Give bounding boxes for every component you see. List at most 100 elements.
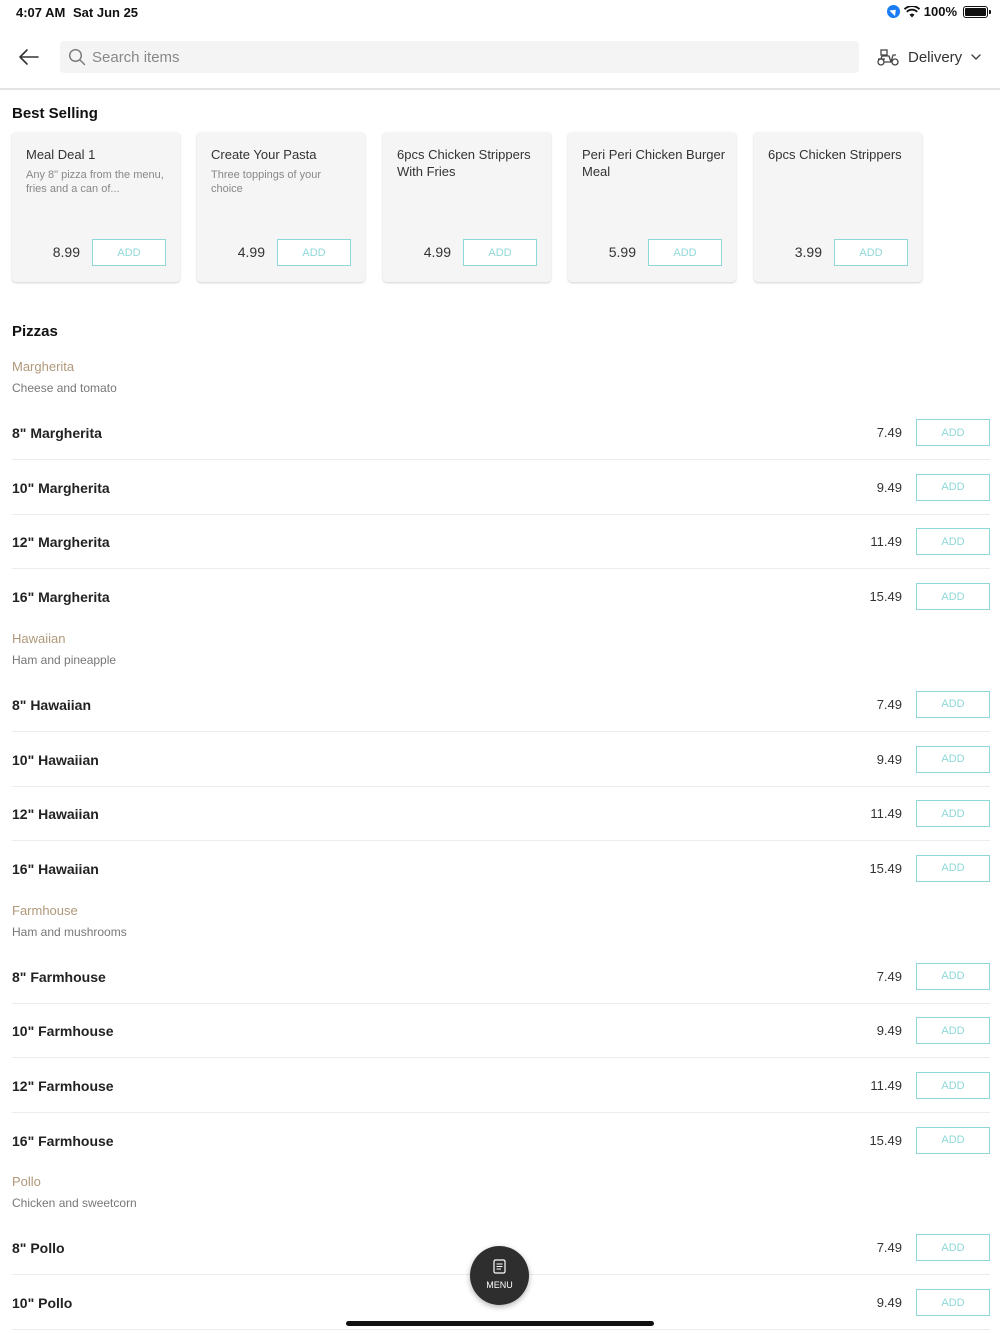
- menu-list-icon: [493, 1259, 506, 1274]
- pizza-item-row[interactable]: 10" Hawaiian 9.49 ADD: [12, 733, 990, 787]
- add-button[interactable]: ADD: [92, 239, 166, 266]
- battery-icon: [963, 5, 991, 18]
- card-item-name: 6pcs Chicken Strippers With Fries: [397, 147, 531, 179]
- pizza-item-row[interactable]: 12" Hawaiian 11.49 ADD: [12, 787, 990, 842]
- add-button[interactable]: ADD: [916, 1126, 990, 1154]
- card-item-name: Create Your Pasta: [211, 147, 317, 162]
- pizza-item-name: 10" Margherita: [12, 479, 110, 496]
- best-selling-title: Best Selling: [12, 105, 98, 122]
- pizza-item-row[interactable]: 10" Margherita 9.49 ADD: [12, 461, 990, 515]
- add-button[interactable]: ADD: [916, 583, 990, 611]
- pizza-item-row[interactable]: 12" Margherita 11.49 ADD: [12, 515, 990, 570]
- pizza-item-row[interactable]: 8" Hawaiian 7.49 ADD: [12, 678, 990, 732]
- pizza-item-name: 12" Farmhouse: [12, 1078, 114, 1094]
- pizza-group-name: Pollo: [12, 1174, 41, 1190]
- pizza-group-description: Ham and pineapple: [12, 652, 117, 667]
- pizza-item-price: 7.49: [876, 1240, 902, 1256]
- best-selling-card[interactable]: 6pcs Chicken Strippers 3.99 ADD: [754, 132, 922, 282]
- pizza-item-price: 7.49: [876, 425, 902, 440]
- card-item-name: Meal Deal 1: [26, 147, 96, 162]
- pizza-item-price: 9.49: [876, 751, 902, 767]
- pizza-item-name: 10" Pollo: [12, 1295, 73, 1312]
- pizza-item-price: 7.49: [876, 968, 902, 984]
- pizza-item-row[interactable]: 16" Hawaiian 15.49 ADD: [12, 842, 990, 896]
- best-selling-card[interactable]: 6pcs Chicken Strippers With Fries 4.99 ADD: [383, 132, 551, 282]
- pizza-item-price: 15.49: [869, 1132, 902, 1148]
- pizza-item-row[interactable]: 10" Farmhouse 9.49 ADD: [12, 1004, 990, 1059]
- pizza-item-row[interactable]: 16" Margherita 15.49 ADD: [12, 570, 990, 624]
- add-button[interactable]: ADD: [916, 1017, 990, 1045]
- chevron-down-icon: [971, 54, 981, 60]
- pizza-item-price: 9.49: [876, 479, 902, 495]
- pizza-item-price: 11.49: [870, 806, 902, 822]
- add-button[interactable]: ADD: [834, 239, 908, 266]
- best-selling-card[interactable]: Create Your Pasta Three toppings of your …: [197, 132, 365, 282]
- search-icon: [68, 48, 86, 66]
- pizza-group-name: Hawaiian: [12, 630, 66, 646]
- add-button[interactable]: ADD: [648, 239, 722, 266]
- add-button[interactable]: ADD: [916, 419, 990, 446]
- add-button[interactable]: ADD: [916, 473, 990, 501]
- pizzas-title: Pizzas: [12, 323, 58, 340]
- pizza-item-price: 15.49: [869, 589, 902, 605]
- add-button[interactable]: ADD: [916, 528, 990, 556]
- add-button[interactable]: ADD: [916, 1289, 990, 1317]
- card-item-price: 4.99: [237, 244, 265, 260]
- home-indicator[interactable]: [346, 1321, 654, 1326]
- pizza-item-row[interactable]: 12" Farmhouse 11.49 ADD: [12, 1059, 990, 1113]
- pizza-item-name: 12" Hawaiian: [12, 806, 99, 823]
- pizza-item-name: 16" Hawaiian: [12, 860, 99, 877]
- menu-button[interactable]: MENU: [470, 1246, 529, 1305]
- status-date: Sat Jun 25: [73, 5, 139, 20]
- search-bar[interactable]: [60, 41, 859, 73]
- pizza-group-name: Margherita: [12, 359, 75, 374]
- pizza-item-price: 15.49: [869, 860, 902, 876]
- pizza-item-price: 11.49: [870, 1078, 902, 1093]
- card-item-description: Any 8" pizza from the menu, fries and a …: [26, 169, 164, 195]
- card-item-name: 6pcs Chicken Strippers: [768, 147, 902, 162]
- pizza-item-name: 8" Hawaiian: [12, 696, 92, 713]
- card-item-description: Three toppings of your choice: [211, 169, 322, 195]
- pizza-item-name: 10" Farmhouse: [12, 1023, 114, 1040]
- add-button[interactable]: ADD: [916, 745, 990, 773]
- pizza-group-description: Chicken and sweetcorn: [12, 1196, 137, 1211]
- card-item-name: Peri Peri Chicken Burger Meal: [582, 147, 726, 179]
- add-button[interactable]: ADD: [277, 239, 351, 266]
- pizza-item-name: 8" Margherita: [12, 425, 102, 441]
- best-selling-card[interactable]: Peri Peri Chicken Burger Meal 5.99 ADD: [568, 132, 736, 282]
- delivery-selector[interactable]: Delivery: [876, 44, 982, 70]
- back-arrow-icon: [19, 49, 39, 65]
- pizza-group-name: Farmhouse: [12, 902, 78, 918]
- add-button[interactable]: ADD: [916, 854, 990, 882]
- add-button[interactable]: ADD: [463, 239, 537, 266]
- add-button[interactable]: ADD: [916, 1072, 990, 1099]
- pizza-item-name: 12" Margherita: [12, 534, 110, 551]
- scooter-icon: [877, 49, 899, 66]
- add-button[interactable]: ADD: [916, 962, 990, 990]
- status-bar: 4:07 AM Sat Jun 25 100%: [0, 0, 1000, 24]
- pizza-item-name: 8" Farmhouse: [12, 968, 106, 985]
- pizza-item-name: 10" Hawaiian: [12, 751, 99, 768]
- pizza-item-name: 16" Margherita: [12, 589, 110, 606]
- pizza-item-row[interactable]: 16" Farmhouse 15.49 ADD: [12, 1114, 990, 1168]
- pizza-item-price: 11.49: [870, 534, 902, 550]
- best-selling-card[interactable]: Meal Deal 1 Any 8" pizza from the menu, f…: [12, 132, 180, 282]
- pizza-group-description: Ham and mushrooms: [12, 924, 127, 939]
- pizza-group-description: Cheese and tomato: [12, 381, 117, 395]
- add-button[interactable]: ADD: [916, 800, 990, 828]
- pizza-item-row[interactable]: 8" Margherita 7.49 ADD: [12, 406, 990, 460]
- top-bar: Delivery: [0, 24, 1000, 90]
- card-item-price: 8.99: [52, 244, 80, 260]
- status-indicators: 100%: [886, 4, 991, 19]
- battery-percentage: 100%: [923, 4, 957, 19]
- status-time: 4:07 AM: [16, 5, 66, 20]
- add-button[interactable]: ADD: [916, 690, 990, 718]
- card-item-price: 4.99: [423, 244, 451, 260]
- search-input[interactable]: [92, 41, 832, 73]
- pizza-item-row[interactable]: 8" Farmhouse 7.49 ADD: [12, 950, 990, 1004]
- pizza-item-name: 8" Pollo: [12, 1240, 65, 1257]
- add-button[interactable]: ADD: [916, 1234, 990, 1262]
- card-item-price: 3.99: [794, 244, 822, 260]
- location-icon: [886, 5, 900, 18]
- back-button[interactable]: [14, 42, 44, 72]
